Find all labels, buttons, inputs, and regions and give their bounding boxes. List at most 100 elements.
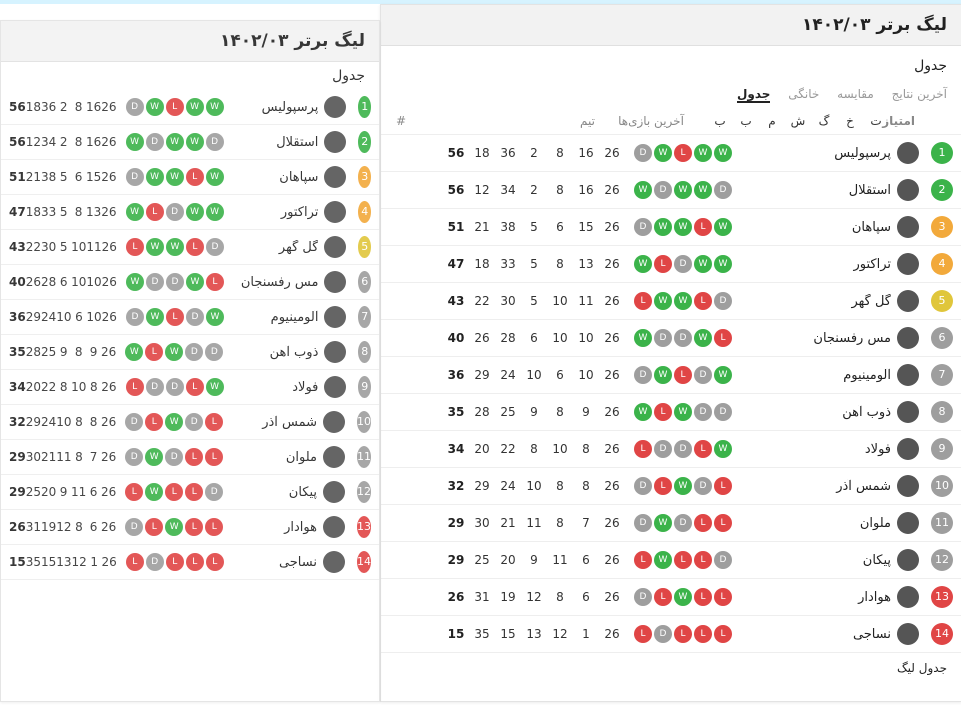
stat-p: 26 — [604, 183, 620, 197]
table-row[interactable]: 6 مس رفسنجان L W D D W 26 10 10 6 28 26 40 — [1, 265, 379, 300]
team-name[interactable]: سپاهان — [233, 170, 318, 185]
table-row[interactable]: 8 ذوب آهن D D W L W 26 9 8 9 25 28 35 — [381, 394, 961, 431]
team-logo-icon — [897, 327, 919, 349]
team-name[interactable]: پرسپولیس — [233, 100, 319, 115]
team-name[interactable]: ذوب آهن — [232, 345, 319, 360]
form-d-icon: D — [654, 440, 672, 458]
team-name[interactable]: فولاد — [741, 442, 891, 457]
standings-rows: 1 پرسپولیس W W L W D 26 16 8 2 36 18 56 2 استقلال D W W D W 2… — [381, 135, 961, 653]
table-row[interactable]: 2 استقلال D W W D W 26 16 8 2 34 12 56 — [1, 125, 379, 160]
team-name[interactable]: نساجی — [233, 555, 317, 570]
stat-gf: 20 — [500, 553, 516, 567]
stat-gf: 25 — [40, 345, 57, 359]
table-row[interactable]: 13 هوادار L L W L D 26 6 8 12 19 31 26 — [1, 510, 379, 545]
tab-home[interactable]: خانگی — [788, 87, 819, 101]
table-row[interactable]: 3 سپاهان W L W W D 26 15 6 5 38 21 51 — [1, 160, 379, 195]
team-name[interactable]: استقلال — [741, 183, 891, 198]
form-d-icon: D — [125, 168, 144, 186]
stat-gf: 20 — [40, 485, 57, 499]
table-row[interactable]: 4 تراکتور W W D L W 26 13 8 5 33 18 47 — [381, 246, 961, 283]
team-name[interactable]: پرسپولیس — [741, 146, 891, 161]
tab-latest-results[interactable]: آخرین نتایج — [892, 87, 947, 101]
form-l-icon: L — [185, 238, 204, 256]
form-d-icon: D — [674, 255, 692, 273]
team-name[interactable]: تراکتور — [233, 205, 319, 220]
form-strip: DWWDW — [633, 181, 733, 199]
stat-p: 26 — [604, 479, 620, 493]
table-row[interactable]: 14 نساجی L L L D L 26 1 12 13 15 35 15 — [381, 616, 961, 653]
team-name[interactable]: نساجی — [741, 627, 891, 642]
table-row[interactable]: 8 ذوب آهن D D W L W 26 9 8 9 25 28 35 — [1, 335, 379, 370]
table-row[interactable]: 4 تراکتور W W D L W 26 13 8 5 33 18 47 — [1, 195, 379, 230]
table-row[interactable]: 2 استقلال D W W D W 26 16 8 2 34 12 56 — [381, 172, 961, 209]
stat-d: 12 — [552, 627, 568, 641]
points: 51 — [9, 170, 26, 184]
team-name[interactable]: گل گهر — [233, 240, 319, 255]
team-name[interactable]: مس رفسنجان — [741, 331, 891, 346]
team-name[interactable]: آلومینیوم — [233, 310, 319, 325]
stat-l: 5 — [530, 220, 538, 234]
team-name[interactable]: ملوان — [232, 450, 317, 465]
team-name[interactable]: ملوان — [741, 516, 891, 531]
table-row[interactable]: 10 شمس آذر L D W L D 26 8 8 10 24 29 32 — [381, 468, 961, 505]
stat-l: 5 — [59, 170, 68, 184]
team-name[interactable]: تراکتور — [741, 257, 891, 272]
stat-w: 7 — [582, 516, 590, 530]
stat-d: 8 — [556, 479, 564, 493]
stat-d: 8 — [556, 257, 564, 271]
table-row[interactable]: 9 فولاد W L D D L 26 8 10 8 22 20 34 — [1, 370, 379, 405]
form-w-icon: W — [165, 168, 184, 186]
form-l-icon: L — [125, 553, 144, 571]
table-row[interactable]: 3 سپاهان W L W W D 26 15 6 5 38 21 51 — [381, 209, 961, 246]
table-row[interactable]: 5 گل گهر D L W W L 26 11 10 5 30 22 43 — [1, 230, 379, 265]
col-pos: # — [395, 114, 407, 128]
team-name[interactable]: گل گهر — [741, 294, 891, 309]
table-row[interactable]: 5 گل گهر D L W W L 26 11 10 5 30 22 43 — [381, 283, 961, 320]
table-row[interactable]: 13 هوادار L L W L D 26 6 8 12 19 31 26 — [381, 579, 961, 616]
points: 36 — [9, 310, 26, 324]
team-name[interactable]: پیکان — [232, 485, 317, 500]
team-logo-icon — [324, 201, 347, 223]
form-w-icon: W — [654, 144, 672, 162]
position-badge: 6 — [931, 327, 953, 349]
team-name[interactable]: ذوب آهن — [741, 405, 891, 420]
team-name[interactable]: هوادار — [741, 590, 891, 605]
form-l-icon: L — [185, 378, 204, 396]
team-name[interactable]: فولاد — [233, 380, 318, 395]
team-name[interactable]: مس رفسنجان — [233, 275, 319, 290]
team-name[interactable]: استقلال — [233, 135, 318, 150]
table-row[interactable]: 12 پیکان D L L W L 26 6 11 9 20 25 29 — [1, 475, 379, 510]
tab-table[interactable]: جدول — [737, 87, 771, 103]
col-gf: گ — [818, 114, 830, 128]
team-name[interactable]: هوادار — [232, 520, 317, 535]
stat-d: 8 — [75, 450, 83, 464]
form-l-icon: L — [674, 551, 692, 569]
table-row[interactable]: 10 شمس آذر L D W L D 26 8 8 10 24 29 32 — [1, 405, 379, 440]
table-row[interactable]: 14 نساجی L L L D L 26 1 12 13 15 35 15 — [1, 545, 379, 580]
form-l-icon: L — [165, 553, 184, 571]
table-row[interactable]: 12 پیکان D L L W L 26 6 11 9 20 25 29 — [381, 542, 961, 579]
team-name[interactable]: شمس آذر — [741, 479, 891, 494]
stat-w: 10 — [578, 368, 594, 382]
table-row[interactable]: 9 فولاد W L D D L 26 8 10 8 22 20 34 — [381, 431, 961, 468]
tab-compare[interactable]: مقایسه — [837, 87, 874, 101]
table-row[interactable]: 11 ملوان L L D W D 26 7 8 11 21 30 29 — [381, 505, 961, 542]
team-logo-icon — [897, 586, 919, 608]
team-name[interactable]: پیکان — [741, 553, 891, 568]
table-row[interactable]: 1 پرسپولیس W W L W D 26 16 8 2 36 18 56 — [1, 90, 379, 125]
form-d-icon: D — [694, 366, 712, 384]
form-w-icon: W — [125, 343, 144, 361]
stat-ga: 21 — [474, 220, 490, 234]
table-row[interactable]: 1 پرسپولیس W W L W D 26 16 8 2 36 18 56 — [381, 135, 961, 172]
form-d-icon: D — [125, 98, 144, 116]
form-d-icon: D — [634, 218, 652, 236]
team-name[interactable]: سپاهان — [741, 220, 891, 235]
team-name[interactable]: شمس آذر — [232, 415, 317, 430]
card-footer[interactable]: جدول لیگ — [381, 653, 961, 683]
points: 29 — [8, 485, 26, 499]
team-name[interactable]: آلومینیوم — [741, 368, 891, 383]
table-row[interactable]: 7 آلومینیوم W D L W D 26 10 6 10 24 29 36 — [381, 357, 961, 394]
table-row[interactable]: 6 مس رفسنجان L W D D W 26 10 10 6 28 26 40 — [381, 320, 961, 357]
table-row[interactable]: 7 آلومینیوم W D L W D 26 10 6 10 24 29 36 — [1, 300, 379, 335]
table-row[interactable]: 11 ملوان L L D W D 26 7 8 11 21 30 29 — [1, 440, 379, 475]
